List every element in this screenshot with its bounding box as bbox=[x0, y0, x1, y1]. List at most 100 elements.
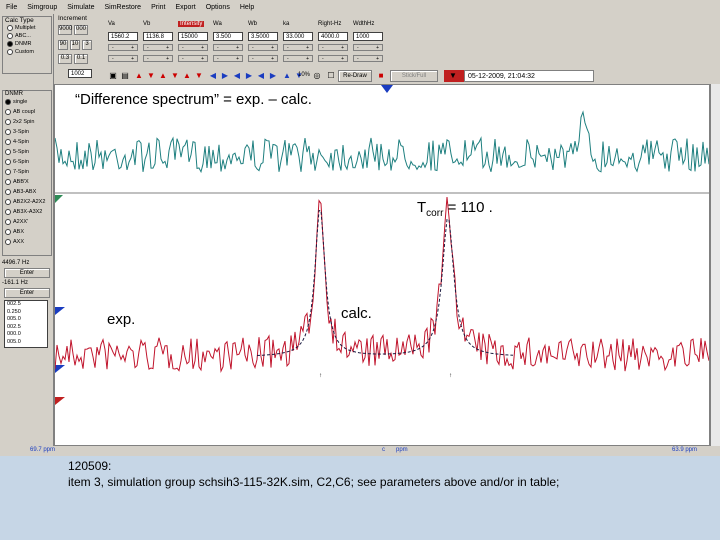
redraw-button[interactable]: Re-Draw bbox=[338, 70, 372, 82]
param-field[interactable]: 1136.8 bbox=[143, 32, 173, 41]
dnmr-option[interactable]: A2XX' bbox=[5, 217, 51, 227]
menu-file[interactable]: File bbox=[6, 4, 17, 11]
arrow-left-icon[interactable]: ◀ bbox=[256, 71, 266, 81]
target-icon[interactable]: ◎ bbox=[312, 71, 322, 81]
param-spinner[interactable]: - + bbox=[318, 55, 348, 62]
param-spinner[interactable]: - + bbox=[108, 55, 138, 62]
menu-options[interactable]: Options bbox=[206, 4, 230, 11]
radio-custom[interactable]: Custom bbox=[3, 48, 51, 56]
param-spinner[interactable]: - + bbox=[248, 55, 278, 62]
dnmr-option[interactable]: single bbox=[5, 97, 51, 107]
dnmr-option[interactable]: 5-Spin bbox=[5, 147, 51, 157]
values-listbox[interactable]: 002.5 0.250 005.0 002.5 000.0 005.0 bbox=[4, 300, 48, 348]
inc-button[interactable]: 3 bbox=[82, 40, 92, 50]
param-field[interactable]: 3.500 bbox=[213, 32, 243, 41]
dnmr-option[interactable]: AB coupl bbox=[5, 107, 51, 117]
inc-button[interactable]: 0.3 bbox=[58, 54, 72, 64]
param-spinner[interactable]: - + bbox=[318, 44, 348, 51]
param-spinner[interactable]: - + bbox=[213, 55, 243, 62]
inc-button[interactable]: 0.1 bbox=[74, 54, 88, 64]
arrow-down-icon[interactable]: ▼ bbox=[146, 71, 156, 81]
param-spinner[interactable]: - + bbox=[248, 44, 278, 51]
list-item[interactable]: 000.0 bbox=[7, 331, 47, 339]
save-icon[interactable]: ▣ bbox=[108, 71, 118, 81]
param-spinner[interactable]: - + bbox=[143, 44, 173, 51]
param-spinner[interactable]: - + bbox=[353, 55, 383, 62]
menu-help[interactable]: Help bbox=[240, 4, 254, 11]
param-spinner[interactable]: - + bbox=[283, 44, 313, 51]
param-field[interactable]: 33.000 bbox=[283, 32, 313, 41]
inc-button[interactable]: 90 bbox=[58, 40, 68, 50]
arrow-up-icon[interactable]: ▲ bbox=[182, 71, 192, 81]
arrow-right-icon[interactable]: ▶ bbox=[220, 71, 230, 81]
dnmr-option[interactable]: ABX bbox=[5, 227, 51, 237]
arrow-up-icon[interactable]: ▲ bbox=[158, 71, 168, 81]
menu-print[interactable]: Print bbox=[151, 4, 165, 11]
increment-value[interactable]: 1002 bbox=[68, 69, 92, 78]
param-spinner[interactable]: - + bbox=[108, 44, 138, 51]
dnmr-option[interactable]: 4-Spin bbox=[5, 137, 51, 147]
param-field[interactable]: 15000 bbox=[178, 32, 208, 41]
menu-export[interactable]: Export bbox=[175, 4, 195, 11]
param-spinner[interactable]: - + bbox=[283, 55, 313, 62]
enter-button-1[interactable]: Enter bbox=[4, 268, 50, 278]
radio-dnmr[interactable]: DNMR bbox=[3, 40, 51, 48]
param-label: Right-Hz bbox=[318, 21, 342, 27]
dnmr-option[interactable]: 3-Spin bbox=[5, 127, 51, 137]
axis-right-label: 63.9 ppm bbox=[672, 447, 698, 453]
tcorr-sub: corr bbox=[426, 208, 444, 219]
param-spinner[interactable]: - + bbox=[353, 44, 383, 51]
list-item[interactable]: 002.5 bbox=[7, 324, 47, 332]
param-field[interactable]: 3.5000 bbox=[248, 32, 278, 41]
dnmr-option[interactable]: AB3X-A3X2 bbox=[5, 207, 51, 217]
stick-full-button[interactable]: Stick/Full bbox=[390, 70, 438, 82]
dnmr-option-label: 6-Spin bbox=[13, 159, 29, 165]
dnmr-option[interactable]: AB3-ABX bbox=[5, 187, 51, 197]
dnmr-option[interactable]: 6-Spin bbox=[5, 157, 51, 167]
param-label: ka bbox=[283, 21, 290, 27]
dnmr-option-label: AXX bbox=[13, 239, 25, 245]
arrow-right-icon[interactable]: ▶ bbox=[268, 71, 278, 81]
arrow-down-icon[interactable]: ▼ bbox=[194, 71, 204, 81]
list-item[interactable]: 005.0 bbox=[7, 339, 47, 347]
disk-icon[interactable]: ▤ bbox=[120, 71, 130, 81]
inc-button[interactable]: 9000 bbox=[58, 25, 72, 35]
arrow-down-icon[interactable]: ▼ bbox=[170, 71, 180, 81]
dnmr-option[interactable]: 7-Spin bbox=[5, 167, 51, 177]
radio-abc[interactable]: ABC... bbox=[3, 32, 51, 40]
param-spinner[interactable]: - + bbox=[213, 44, 243, 51]
param-field[interactable]: 1000 bbox=[353, 32, 383, 41]
vertical-scrollbar[interactable] bbox=[710, 84, 720, 446]
arrow-up-icon[interactable]: ▲ bbox=[134, 71, 144, 81]
param-spinner[interactable]: - + bbox=[178, 44, 208, 51]
check-icon[interactable]: ☐ bbox=[326, 71, 336, 81]
param-field[interactable]: 1560.2 bbox=[108, 32, 138, 41]
minus-icon: - bbox=[322, 56, 324, 62]
stop-icon[interactable]: ■ bbox=[376, 71, 386, 81]
menu-simrestore[interactable]: SimRestore bbox=[104, 4, 141, 11]
menu-simulate[interactable]: Simulate bbox=[67, 4, 94, 11]
enter-button-2[interactable]: Enter bbox=[4, 288, 50, 298]
inc-button[interactable]: 10 bbox=[70, 40, 80, 50]
dnmr-option[interactable]: 2x2 Spin bbox=[5, 117, 51, 127]
arrow-left-icon[interactable]: ◀ bbox=[232, 71, 242, 81]
list-item[interactable]: 002.5 bbox=[7, 301, 47, 309]
plus-icon: + bbox=[271, 45, 274, 51]
triangle-down-icon[interactable]: ▼ bbox=[448, 71, 458, 81]
param-spinner[interactable]: - + bbox=[143, 55, 173, 62]
arrow-left-icon[interactable]: ◀ bbox=[208, 71, 218, 81]
dnmr-option[interactable]: ABB'X bbox=[5, 177, 51, 187]
arrow-right-icon[interactable]: ▶ bbox=[244, 71, 254, 81]
dnmr-option[interactable]: AB2X2-A2X2 bbox=[5, 197, 51, 207]
dnmr-option[interactable]: AXX bbox=[5, 237, 51, 247]
menu-simgroup[interactable]: Simgroup bbox=[27, 4, 57, 11]
list-item[interactable]: 005.0 bbox=[7, 316, 47, 324]
param-field[interactable]: 4000.0 bbox=[318, 32, 348, 41]
list-item[interactable]: 0.250 bbox=[7, 309, 47, 317]
inc-button[interactable]: 000 bbox=[74, 25, 88, 35]
minus-icon: - bbox=[287, 56, 289, 62]
minus-icon: - bbox=[182, 56, 184, 62]
minus-icon: - bbox=[147, 56, 149, 62]
radio-multiplet[interactable]: Multiplet bbox=[3, 24, 51, 32]
param-spinner[interactable]: - + bbox=[178, 55, 208, 62]
